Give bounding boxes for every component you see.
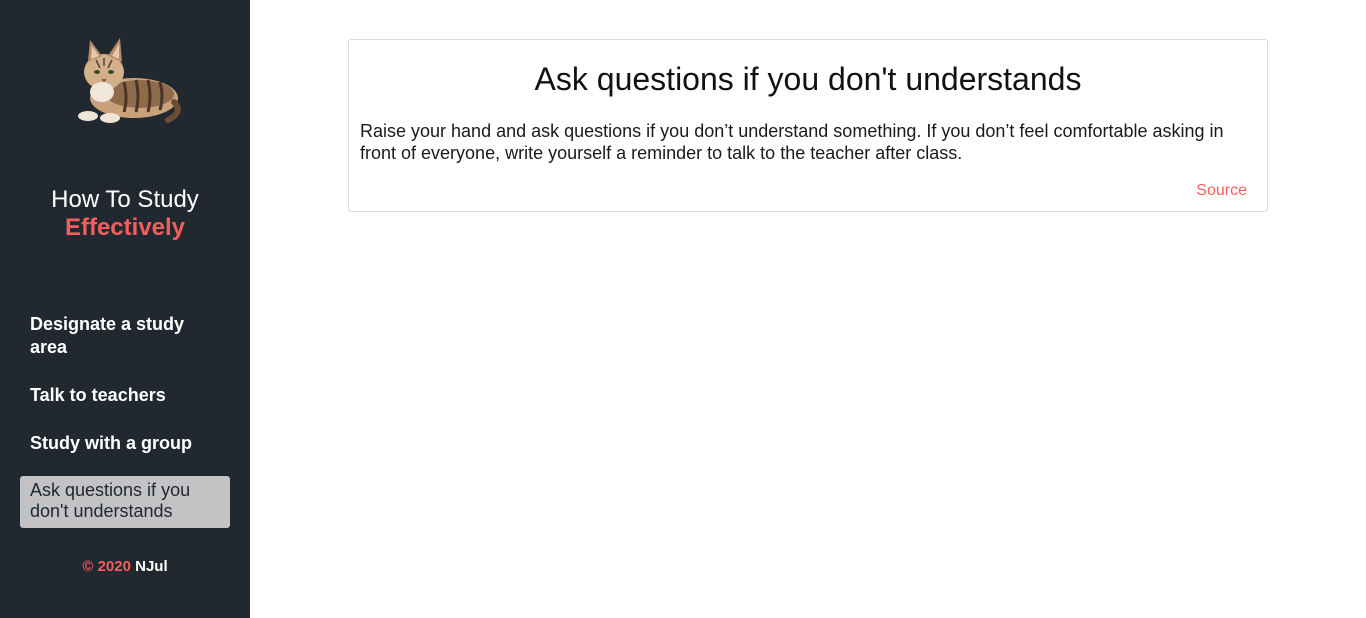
- app-root: How To Study Effectively Designate a stu…: [0, 0, 1366, 618]
- footer-copyright: © 2020: [82, 558, 131, 575]
- sidebar-item-talk-to-teachers[interactable]: Talk to teachers: [20, 381, 230, 410]
- sidebar-footer: © 2020 NJul: [0, 558, 250, 575]
- card-title: Ask questions if you don't understands: [534, 61, 1082, 97]
- brand-title-line1: How To Study: [51, 186, 199, 213]
- sidebar: How To Study Effectively Designate a stu…: [0, 0, 250, 618]
- footer-author: NJul: [135, 558, 168, 575]
- card-body-text: Raise your hand and ask questions if you…: [360, 121, 1224, 163]
- brand-title-line2: Effectively: [64, 214, 186, 241]
- content-card: Ask questions if you don't understands R…: [348, 39, 1268, 212]
- brand-title: How To Study Effectively: [0, 186, 250, 242]
- sidebar-item-study-with-group[interactable]: Study with a group: [20, 429, 230, 458]
- sidebar-nav: Designate a study area Talk to teachers …: [20, 310, 230, 547]
- source-link[interactable]: Source: [1196, 182, 1247, 200]
- sidebar-item-ask-questions[interactable]: Ask questions if you don't understands: [20, 476, 230, 528]
- sidebar-item-designate-study-area[interactable]: Designate a study area: [20, 310, 230, 362]
- cat-logo-icon: [78, 38, 181, 123]
